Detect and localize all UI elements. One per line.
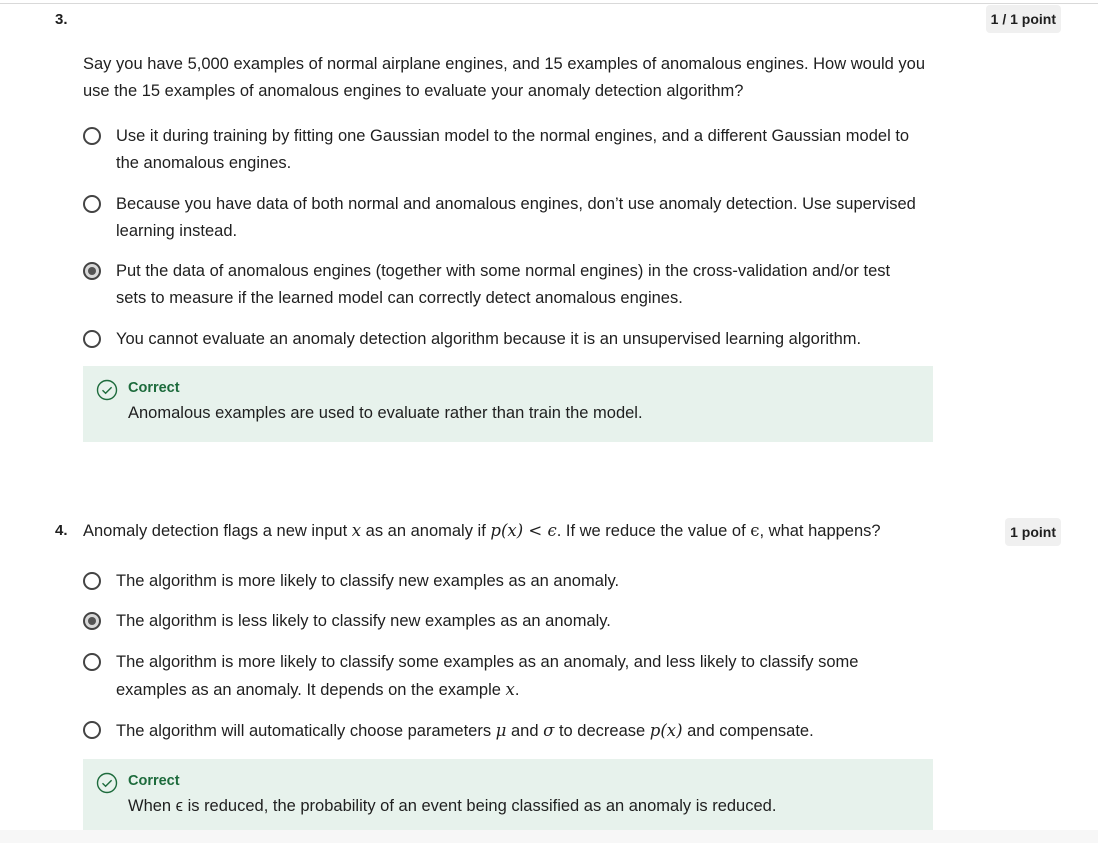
- points-badge: 1 point: [1005, 518, 1061, 546]
- radio-button[interactable]: [83, 127, 101, 145]
- option-text: and compensate.: [682, 722, 814, 740]
- radio-button-selected[interactable]: [83, 612, 101, 630]
- option-text: to decrease: [554, 722, 650, 740]
- option-label: The algorithm is more likely to classify…: [116, 649, 916, 704]
- radio-button[interactable]: [83, 330, 101, 348]
- question-number: 3.: [55, 11, 68, 28]
- option-text: .: [514, 681, 520, 699]
- math-variable: σ: [543, 721, 555, 740]
- question-number: 4.: [55, 522, 68, 539]
- option-text: The algorithm is more likely to classify…: [116, 653, 859, 699]
- radio-button[interactable]: [83, 653, 101, 671]
- feedback-status: Correct: [128, 380, 180, 396]
- radio-button-selected[interactable]: [83, 262, 101, 280]
- bottom-edge: [0, 830, 1098, 843]
- math-variable: μ: [495, 721, 507, 740]
- option-label: The algorithm will automatically choose …: [116, 717, 916, 745]
- points-badge: 1 / 1 point: [985, 5, 1061, 33]
- prompt-text: Anomaly detection flags a new input: [83, 522, 352, 540]
- option-label: The algorithm is less likely to classify…: [116, 612, 611, 630]
- feedback-panel: Correct When ϵ is reduced, the probabili…: [83, 759, 933, 831]
- radio-button[interactable]: [83, 721, 101, 739]
- math-expression: p(x) < ϵ: [490, 521, 557, 540]
- check-circle-icon: [96, 379, 118, 401]
- math-expression: p(x): [649, 721, 683, 740]
- prompt-text: as an anomaly if: [361, 522, 491, 540]
- feedback-text: Anomalous examples are used to evaluate …: [128, 404, 643, 422]
- question-prompt: Anomaly detection flags a new input x as…: [83, 517, 943, 545]
- math-variable: x: [351, 521, 362, 540]
- option-label: You cannot evaluate an anomaly detection…: [116, 330, 862, 348]
- check-circle-icon: [96, 772, 118, 794]
- math-variable: x: [505, 680, 515, 699]
- prompt-text: . If we reduce the value of: [556, 522, 751, 540]
- prompt-text: , what happens?: [759, 522, 881, 540]
- feedback-panel: Correct Anomalous examples are used to e…: [83, 366, 933, 442]
- feedback-status: Correct: [128, 773, 180, 789]
- radio-button[interactable]: [83, 195, 101, 213]
- option-label: Use it during training by fitting one Ga…: [116, 127, 910, 172]
- radio-button[interactable]: [83, 572, 101, 590]
- option-label: Because you have data of both normal and…: [116, 195, 916, 240]
- feedback-text: When ϵ is reduced, the probability of an…: [128, 797, 777, 815]
- top-divider: [0, 3, 1098, 4]
- option-text: The algorithm will automatically choose …: [116, 722, 496, 740]
- option-label: Put the data of anomalous engines (toget…: [116, 262, 891, 307]
- option-label: The algorithm is more likely to classify…: [116, 572, 620, 590]
- option-text: and: [506, 722, 544, 740]
- question-prompt: Say you have 5,000 examples of normal ai…: [83, 55, 926, 100]
